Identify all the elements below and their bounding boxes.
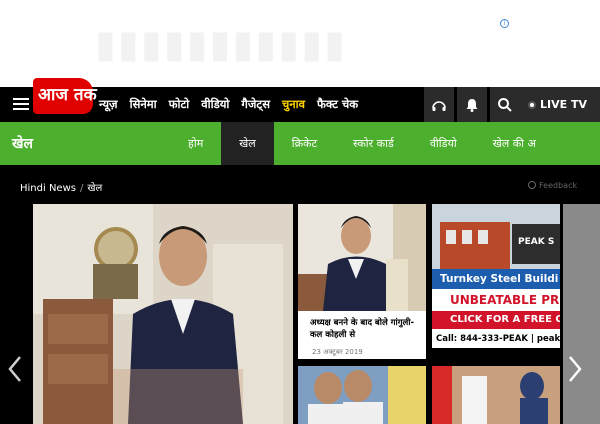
next-card-edge[interactable]	[563, 204, 600, 424]
nav-item-news[interactable]: न्यूज़	[99, 97, 118, 112]
story-thumbnail	[298, 204, 426, 311]
ad-brand-logo: PEAK S	[512, 224, 560, 264]
hero-photo	[33, 204, 293, 424]
live-tv-label: LIVE TV	[540, 98, 587, 111]
nav-item-photo[interactable]: फोटो	[169, 97, 190, 112]
tab-home[interactable]: होम	[170, 122, 221, 165]
nav-item-gadgets[interactable]: गैजेट्स	[241, 97, 270, 112]
adchoices-icon[interactable]: i	[500, 19, 509, 28]
story-caption[interactable]: अध्यक्ष बनने के बाद बोले गांगुली- कल कोह…	[310, 317, 420, 341]
logo-text: आज तक	[38, 85, 97, 105]
breadcrumb-sports[interactable]: खेल	[87, 183, 102, 194]
nav-item-video[interactable]: वीडियो	[201, 97, 229, 112]
top-ad-banner[interactable]: ▮▮▮▮▮▮▮▮▮▮▮ i	[0, 0, 600, 87]
carousel-prev-arrow-icon[interactable]	[7, 355, 23, 383]
story-card-cricket-players[interactable]	[298, 366, 426, 424]
story-card-cricket-match[interactable]	[432, 366, 560, 424]
breadcrumb: Hindi News / खेल	[20, 180, 102, 194]
tab-sports-more[interactable]: खेल की अ	[475, 122, 554, 165]
aajtak-logo[interactable]: आज तक	[33, 78, 97, 114]
top-navigation: आज तक न्यूज़ सिनेमा फोटो वीडियो गैजेट्स …	[0, 78, 600, 122]
tab-scorecard[interactable]: स्कोर कार्ड	[335, 122, 412, 165]
tab-video[interactable]: वीडियो	[412, 122, 475, 165]
sponsored-ad-card[interactable]: PEAK S Turnkey Steel Buildi UNBEATABLE P…	[432, 204, 560, 348]
story-photo	[298, 204, 426, 311]
story-photo-match	[432, 366, 560, 424]
story-card[interactable]: अध्यक्ष बनने के बाद बोले गांगुली- कल कोह…	[298, 204, 426, 359]
feedback-icon	[528, 181, 536, 189]
nav-item-election[interactable]: चुनाव	[282, 97, 305, 112]
nav-icon-group	[424, 87, 523, 122]
hamburger-menu-icon[interactable]	[13, 98, 29, 110]
ad-headline: Turnkey Steel Buildi	[432, 269, 560, 289]
radio-icon[interactable]	[424, 87, 454, 122]
story-photo-players	[298, 366, 426, 424]
nav-item-fact-check[interactable]: फैक्ट चेक	[317, 97, 358, 112]
live-dot-icon	[528, 100, 536, 109]
ad-cta[interactable]: CLICK FOR A FREE Q	[432, 311, 560, 329]
main-nav: न्यूज़ सिनेमा फोटो वीडियो गैजेट्स चुनाव …	[99, 87, 370, 122]
tab-sports[interactable]: खेल	[221, 122, 274, 165]
page: ▮▮▮▮▮▮▮▮▮▮▮ i आज तक न्यूज़ सिनेमा फोटो व…	[0, 0, 600, 424]
feedback-label: Feedback	[539, 181, 578, 190]
section-bar: खेल होम खेल क्रिकेट स्कोर कार्ड वीडियो ख…	[0, 122, 600, 165]
section-title: खेल	[12, 136, 33, 152]
ad-contact: Call: 844-333-PEAK | peaksteelconst	[432, 330, 560, 348]
feedback-link[interactable]: Feedback	[528, 181, 577, 190]
bell-icon[interactable]	[457, 87, 487, 122]
search-icon[interactable]	[490, 87, 520, 122]
carousel-next-arrow-icon[interactable]	[567, 355, 583, 383]
tab-cricket[interactable]: क्रिकेट	[274, 122, 335, 165]
ad-faded-graphic: ▮▮▮▮▮▮▮▮▮▮▮	[95, 22, 348, 64]
hero-story-card[interactable]	[33, 204, 293, 424]
section-tabs: होम खेल क्रिकेट स्कोर कार्ड वीडियो खेल क…	[170, 122, 554, 165]
ad-tagline: UNBEATABLE PR	[432, 289, 560, 311]
breadcrumb-separator: /	[79, 183, 84, 194]
breadcrumb-hindi-news[interactable]: Hindi News	[20, 183, 76, 194]
live-tv-button[interactable]: LIVE TV	[520, 87, 600, 122]
nav-item-cinema[interactable]: सिनेमा	[130, 97, 157, 112]
story-date: 23 अक्टूबर 2019	[312, 348, 363, 356]
